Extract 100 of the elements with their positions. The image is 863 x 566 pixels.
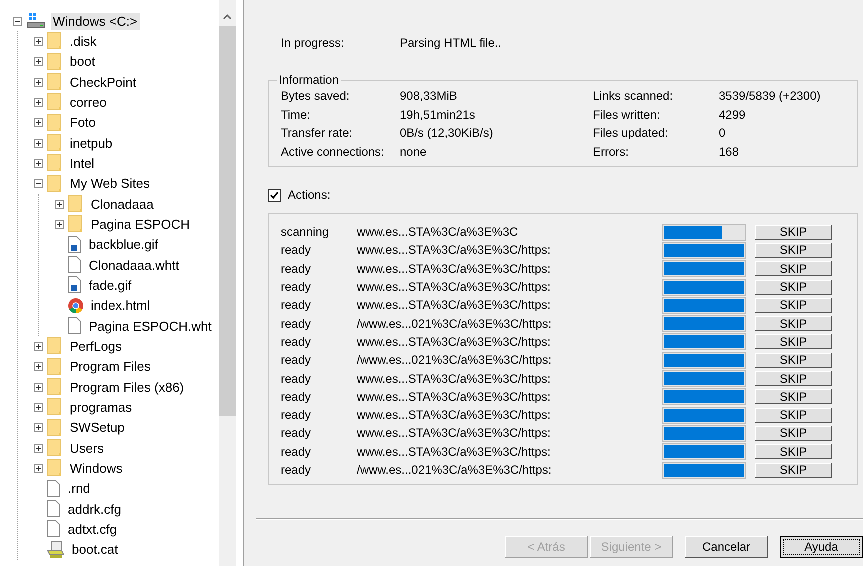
tree-item[interactable]: Pagina ESPOCH.wht [87, 318, 214, 335]
tree-item[interactable]: correo [68, 94, 109, 111]
wizard-button[interactable]: Ayuda [780, 536, 863, 558]
skip-button[interactable]: SKIP [755, 389, 832, 404]
expand-icon[interactable] [34, 402, 43, 412]
folder-icon [47, 114, 63, 132]
scroll-up-icon[interactable] [223, 14, 232, 20]
vertical-scrollbar[interactable] [219, 0, 236, 566]
tree-item[interactable]: CheckPoint [68, 74, 138, 91]
checkbox-label: Actions: [288, 188, 331, 202]
action-status: ready [281, 444, 312, 459]
skip-button[interactable]: SKIP [755, 298, 832, 313]
action-url: www.es...STA%3C/a%3E%3C/https: [357, 334, 552, 349]
expand-icon[interactable] [34, 423, 43, 432]
tree-item[interactable]: addrk.cfg [66, 500, 124, 518]
folder-icon [47, 134, 63, 152]
action-url: www.es...STA%3C/a%3E%3C/https: [357, 408, 552, 422]
expand-icon[interactable] [34, 57, 43, 66]
action-status: ready [281, 353, 312, 368]
expand-icon[interactable] [34, 158, 43, 168]
skip-button[interactable]: SKIP [755, 444, 832, 460]
folder-icon [68, 195, 84, 214]
info-label: Time: [281, 108, 312, 122]
tree-item[interactable]: PerfLogs [68, 338, 124, 355]
action-url: www.es...STA%3C/a%3E%3C/https: [357, 372, 552, 386]
tree-item[interactable]: adtxt.cfg [66, 520, 120, 538]
tree-item[interactable]: My Web Sites [68, 175, 152, 192]
tree-item[interactable]: Foto [68, 114, 98, 132]
skip-button[interactable]: SKIP [755, 352, 832, 368]
expand-icon[interactable] [55, 220, 64, 229]
folder-icon [47, 73, 63, 92]
expand-icon[interactable] [34, 78, 43, 87]
expand-icon[interactable] [34, 362, 43, 372]
progress-label: In progress: [281, 36, 346, 50]
info-value: none [400, 144, 428, 159]
wizard-button[interactable]: Cancelar [685, 536, 768, 558]
tree-item[interactable]: boot [68, 53, 98, 70]
folder-icon [47, 459, 63, 478]
action-status: ready [281, 243, 312, 258]
tree-item[interactable]: programas [68, 398, 134, 416]
tree-item[interactable]: backblue.gif [87, 236, 160, 254]
action-url: /www.es...021%3C/a%3E%3C/https: [357, 316, 553, 331]
expand-icon[interactable] [34, 118, 43, 128]
skip-button[interactable]: SKIP [755, 371, 832, 386]
info-value: 3539/5839 (+2300) [719, 89, 821, 104]
folder-icon [47, 398, 63, 416]
image-file-icon [68, 236, 82, 254]
tree-item[interactable]: fade.gif [87, 276, 134, 294]
tree-item[interactable]: Pagina ESPOCH [89, 216, 192, 233]
info-label: Files written: [593, 108, 662, 122]
tree-item[interactable]: Windows [68, 460, 125, 477]
action-status: scanning [281, 225, 330, 240]
skip-button[interactable]: SKIP [755, 280, 832, 295]
tree-item[interactable]: .disk [68, 32, 99, 50]
folder-icon [47, 93, 63, 112]
skip-button[interactable]: SKIP [755, 242, 832, 258]
file-icon [47, 480, 61, 498]
tree-item[interactable]: inetpub [68, 134, 115, 152]
action-url: www.es...STA%3C/a%3E%3C [357, 225, 520, 240]
info-label: Transfer rate: [281, 126, 354, 140]
skip-button[interactable]: SKIP [755, 316, 832, 332]
skip-button[interactable]: SKIP [755, 462, 832, 478]
expand-icon[interactable] [34, 138, 43, 148]
checkbox[interactable] [268, 188, 281, 202]
expand-icon[interactable] [55, 200, 64, 209]
tree-item[interactable]: Users [68, 440, 106, 457]
skip-button[interactable]: SKIP [755, 408, 832, 423]
skip-button[interactable]: SKIP [755, 261, 832, 276]
tree-item[interactable]: .rnd [66, 480, 92, 498]
expand-icon[interactable] [34, 444, 43, 453]
expand-icon[interactable] [34, 342, 43, 351]
tree-item[interactable]: Program Files [68, 358, 153, 376]
info-value: 19h,51min21s [400, 108, 476, 122]
info-value: 0B/s (12,30KiB/s) [400, 126, 494, 140]
tree-item[interactable]: boot.cat [70, 541, 120, 558]
info-value: 908,33MiB [400, 89, 458, 104]
action-url: www.es...STA%3C/a%3E%3C/https: [357, 280, 552, 294]
tree-item[interactable]: index.html [89, 297, 152, 314]
tree-item[interactable]: Clonadaaa.whtt [87, 256, 182, 274]
action-url: /www.es...021%3C/a%3E%3C/https: [357, 353, 553, 368]
expand-icon[interactable] [34, 382, 43, 392]
skip-button[interactable]: SKIP [755, 426, 832, 441]
skip-button[interactable]: SKIP [755, 334, 832, 350]
catalog-file-icon [47, 540, 65, 559]
folder-icon [47, 52, 63, 71]
file-icon [47, 500, 61, 518]
collapse-icon[interactable] [13, 16, 22, 26]
expand-icon[interactable] [34, 464, 43, 473]
collapse-icon[interactable] [34, 179, 43, 188]
group-title: Information [278, 73, 340, 87]
tree-item[interactable]: Windows <C:> [51, 12, 140, 30]
tree-item[interactable]: SWSetup [68, 419, 127, 436]
tree-item[interactable]: Program Files (x86) [68, 378, 186, 396]
scrollbar-thumb[interactable] [219, 26, 236, 416]
expand-icon[interactable] [34, 36, 43, 46]
skip-button[interactable]: SKIP [755, 224, 832, 240]
tree-item[interactable]: Clonadaaa [89, 196, 156, 213]
file-icon [68, 317, 82, 336]
tree-item[interactable]: Intel [68, 154, 97, 172]
expand-icon[interactable] [34, 98, 43, 107]
